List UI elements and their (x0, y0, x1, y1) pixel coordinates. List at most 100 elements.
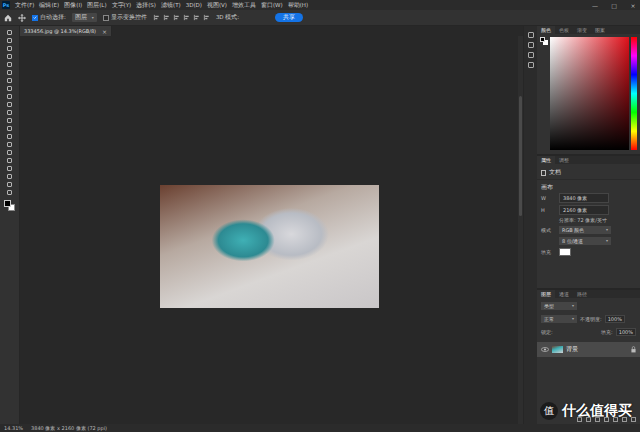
ps-logo-icon[interactable]: Ps (2, 1, 10, 9)
healing-icon[interactable] (4, 85, 16, 92)
close-tab-button[interactable]: × (102, 28, 107, 35)
actions-icon[interactable] (528, 42, 534, 48)
color-picker[interactable] (550, 37, 629, 150)
fill-label: 填充: (601, 329, 613, 335)
eraser-icon[interactable] (4, 117, 16, 124)
brush-settings-icon[interactable] (528, 62, 534, 68)
menu-item[interactable]: 帮助(H) (288, 2, 308, 9)
share-button[interactable]: 共享 (275, 13, 303, 22)
zoom-icon[interactable] (4, 189, 16, 196)
panel-tab[interactable]: 渐变 (573, 26, 591, 34)
panel-tab[interactable]: 路径 (573, 290, 591, 298)
options-bar: 自动选择:图层▾显示变换控件3D 模式:共享 (0, 10, 640, 26)
size-input[interactable]: 2160 像素 (559, 205, 609, 215)
align-top-icon[interactable] (183, 14, 190, 21)
canvas-area[interactable] (20, 36, 518, 424)
menu-item[interactable]: 窗口(W) (261, 2, 283, 9)
path-select-icon[interactable] (4, 165, 16, 172)
layer-row[interactable]: 背景 (537, 342, 640, 357)
watermark: 值什么值得买 (540, 402, 632, 420)
watermark-badge: 值 (540, 402, 558, 420)
panel-tab[interactable]: 颜色 (537, 26, 555, 34)
window-control[interactable]: × (626, 2, 640, 9)
stamp-icon[interactable] (4, 101, 16, 108)
document-info: 3840 像素 x 2160 像素 (72 ppi) (31, 425, 107, 431)
zoom-level[interactable]: 14.31% (4, 425, 23, 431)
menu-item[interactable]: 文件(F) (15, 2, 34, 9)
blur-icon[interactable] (4, 133, 16, 140)
history-brush-icon[interactable] (4, 109, 16, 116)
properties-panel: 属性调整文档画布W3840 像素H2160 像素分辨率: 72 像素/英寸模式R… (537, 156, 640, 290)
window-control[interactable]: — (588, 2, 602, 9)
shape-icon[interactable] (4, 173, 16, 180)
quick-select-icon[interactable] (4, 53, 16, 60)
3d-mode-label: 3D 模式: (216, 14, 239, 21)
opacity-input[interactable]: 100% (605, 315, 625, 323)
marquee-icon[interactable] (4, 37, 16, 44)
panel-tab[interactable]: 通道 (555, 290, 573, 298)
document-icon (541, 170, 546, 176)
brush-icon[interactable] (4, 93, 16, 100)
align-center-icon[interactable] (163, 14, 170, 21)
fill-label: 填充 (541, 249, 555, 255)
show-transform-label: 显示变换控件 (111, 14, 147, 21)
canvas-title: 画布 (537, 182, 640, 191)
blend-mode-select[interactable]: 正常▾ (541, 315, 577, 323)
fill-input[interactable]: 100% (616, 328, 636, 336)
depth-select[interactable]: 8 位/通道▾ (559, 237, 611, 245)
panel-tab[interactable]: 图案 (591, 26, 609, 34)
mode-select[interactable]: RGB 颜色▾ (559, 226, 611, 234)
menu-item[interactable]: 编辑(E) (39, 2, 59, 9)
target-select[interactable]: 图层▾ (72, 13, 97, 22)
menu-bar: Ps 文件(F) 编辑(E) 图像(I) 图层(L) 文字(Y) 选择(S) 滤镜(T) 3D(… (0, 0, 640, 10)
menu-item[interactable]: 3D(D) (186, 2, 202, 8)
menu-item[interactable]: 视图(V) (207, 2, 227, 9)
lasso-icon[interactable] (4, 45, 16, 52)
size-input[interactable]: 3840 像素 (559, 193, 609, 203)
align-left-icon[interactable] (153, 14, 160, 21)
pen-icon[interactable] (4, 149, 16, 156)
menu-item[interactable]: 滤镜(T) (161, 2, 181, 9)
align-right-icon[interactable] (173, 14, 180, 21)
home-icon[interactable] (4, 14, 12, 22)
lock-icon (631, 346, 636, 353)
panel-tab[interactable]: 属性 (537, 156, 555, 164)
hand-icon[interactable] (4, 181, 16, 188)
window-control[interactable]: □ (607, 2, 621, 9)
panel-tab[interactable]: 色板 (555, 26, 573, 34)
move-tool-icon[interactable] (18, 14, 26, 22)
menu-item[interactable]: 增效工具 (232, 2, 256, 9)
document-tab[interactable]: 333456.jpg @ 14.3%(RGB/8) × (20, 26, 112, 36)
size-field: W3840 像素 (537, 193, 640, 203)
crop-icon[interactable] (4, 61, 16, 68)
frame-icon[interactable] (4, 69, 16, 76)
gradient-icon[interactable] (4, 125, 16, 132)
eye-icon[interactable] (541, 347, 549, 352)
panel-tab[interactable]: 调整 (555, 156, 573, 164)
layer-filter-select[interactable]: 类型▾ (541, 302, 577, 310)
color-swatches[interactable] (4, 200, 16, 212)
layer-name: 背景 (566, 346, 628, 353)
status-bar: 14.31% 3840 像素 x 2160 像素 (72 ppi) (0, 424, 640, 432)
fill-swatch[interactable] (559, 248, 571, 256)
dodge-icon[interactable] (4, 141, 16, 148)
auto-select-checkbox[interactable] (32, 15, 38, 21)
align-middle-icon[interactable] (193, 14, 200, 21)
align-bottom-icon[interactable] (203, 14, 210, 21)
menu-item[interactable]: 图像(I) (64, 2, 82, 9)
color-swatch-icon[interactable] (540, 37, 548, 45)
type-icon[interactable] (4, 157, 16, 164)
info-icon[interactable] (528, 52, 534, 58)
menu-item[interactable]: 图层(L) (87, 2, 106, 9)
foreground-color[interactable] (4, 200, 11, 207)
eyedropper-icon[interactable] (4, 77, 16, 84)
hue-slider[interactable] (631, 37, 637, 150)
show-transform-checkbox[interactable] (103, 15, 109, 21)
move-icon[interactable] (4, 29, 16, 36)
history-icon[interactable] (528, 32, 534, 38)
panel-tab[interactable]: 图层 (537, 290, 555, 298)
menu-item[interactable]: 文字(Y) (112, 2, 132, 9)
watermark-text: 什么值得买 (562, 402, 632, 420)
menu-item[interactable]: 选择(S) (136, 2, 156, 9)
document-title: 333456.jpg @ 14.3%(RGB/8) (24, 28, 96, 34)
